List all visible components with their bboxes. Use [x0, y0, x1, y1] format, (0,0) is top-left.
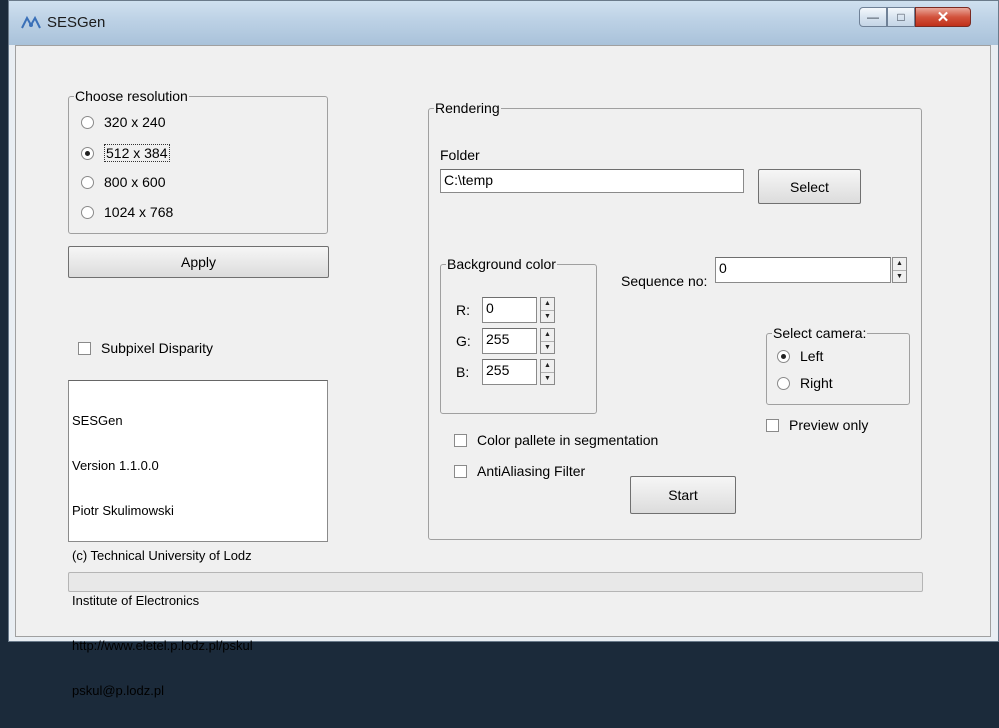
- select-camera-legend: Select camera:: [772, 324, 868, 342]
- resolution-option-320[interactable]: 320 x 240: [81, 114, 166, 130]
- radio-button[interactable]: [81, 175, 94, 189]
- b-label: B:: [456, 364, 470, 380]
- resolution-group: Choose resolution 320 x 240 512 x 384 80…: [68, 87, 328, 234]
- about-line: pskul@p.lodz.pl: [72, 683, 164, 698]
- spin-up-icon[interactable]: ▲: [541, 298, 554, 311]
- preview-only-checkbox[interactable]: Preview only: [766, 417, 868, 433]
- about-line: SESGen: [72, 413, 123, 428]
- app-window: SESGen — □ ✕ Choose resolution 320 x 240…: [8, 0, 999, 698]
- close-icon: ✕: [936, 9, 950, 26]
- spin-up-icon[interactable]: ▲: [541, 329, 554, 342]
- spin-down-icon[interactable]: ▼: [893, 271, 906, 283]
- select-camera-group: Select camera: Left Right: [766, 324, 910, 405]
- r-spinner[interactable]: ▲ ▼: [540, 297, 555, 323]
- camera-option-right[interactable]: Right: [777, 375, 833, 391]
- checkbox[interactable]: [78, 341, 91, 355]
- checkbox[interactable]: [766, 418, 779, 432]
- sequence-input[interactable]: 0: [715, 257, 891, 283]
- g-spinner[interactable]: ▲ ▼: [540, 328, 555, 354]
- resolution-option-label: 512 x 384: [104, 144, 170, 162]
- about-line: (c) Technical University of Lodz: [72, 548, 252, 563]
- title-bar[interactable]: SESGen — □ ✕: [9, 1, 998, 45]
- radio-button-selected[interactable]: [81, 146, 94, 160]
- antialiasing-label: AntiAliasing Filter: [477, 463, 586, 479]
- resolution-option-label: 1024 x 768: [104, 204, 174, 220]
- resolution-option-800[interactable]: 800 x 600: [81, 174, 166, 190]
- g-label: G:: [456, 333, 471, 349]
- radio-button-selected[interactable]: [777, 349, 790, 363]
- folder-input[interactable]: C:\temp: [440, 169, 744, 193]
- b-value-input[interactable]: 255: [482, 359, 537, 385]
- progress-bar: [68, 572, 923, 592]
- client-area: Choose resolution 320 x 240 512 x 384 80…: [15, 45, 991, 698]
- about-line: http://www.eletel.p.lodz.pl/pskul: [72, 638, 253, 653]
- radio-button[interactable]: [81, 205, 94, 219]
- camera-option-left[interactable]: Left: [777, 348, 823, 364]
- close-button[interactable]: ✕: [915, 7, 971, 27]
- about-line: Piotr Skulimowski: [72, 503, 174, 518]
- about-line: Version 1.1.0.0: [72, 458, 159, 473]
- folder-label: Folder: [440, 147, 480, 163]
- select-folder-button[interactable]: Select: [758, 169, 861, 204]
- start-button[interactable]: Start: [630, 476, 736, 514]
- resolution-option-1024[interactable]: 1024 x 768: [81, 204, 173, 220]
- camera-option-label: Left: [800, 348, 824, 364]
- spin-down-icon[interactable]: ▼: [541, 373, 554, 385]
- b-spinner[interactable]: ▲ ▼: [540, 359, 555, 385]
- preview-only-label: Preview only: [789, 417, 869, 433]
- spin-up-icon[interactable]: ▲: [541, 360, 554, 373]
- subpixel-disparity-checkbox[interactable]: Subpixel Disparity: [78, 340, 213, 356]
- background-color-group: Background color R: 0 ▲ ▼ G: 255 ▲ ▼ B: …: [440, 255, 597, 414]
- apply-button[interactable]: Apply: [68, 246, 329, 278]
- window-title: SESGen: [47, 14, 106, 31]
- checkbox[interactable]: [454, 464, 467, 478]
- rendering-legend: Rendering: [434, 99, 501, 117]
- checkbox[interactable]: [454, 433, 467, 447]
- resolution-legend: Choose resolution: [74, 87, 189, 105]
- resolution-option-512[interactable]: 512 x 384: [81, 144, 170, 162]
- sequence-label: Sequence no:: [621, 273, 708, 289]
- minimize-icon: —: [867, 10, 879, 24]
- spin-up-icon[interactable]: ▲: [893, 258, 906, 271]
- rendering-group: Rendering Folder C:\temp Select Backgrou…: [428, 99, 922, 540]
- subpixel-disparity-label: Subpixel Disparity: [101, 340, 214, 356]
- camera-option-label: Right: [800, 375, 833, 391]
- maximize-button[interactable]: □: [887, 7, 915, 27]
- maximize-icon: □: [897, 10, 905, 24]
- spin-down-icon[interactable]: ▼: [541, 311, 554, 323]
- sequence-spinner[interactable]: ▲ ▼: [892, 257, 907, 283]
- r-label: R:: [456, 302, 470, 318]
- color-pallete-checkbox[interactable]: Color pallete in segmentation: [454, 432, 658, 448]
- background-color-legend: Background color: [446, 255, 557, 273]
- resolution-option-label: 320 x 240: [104, 114, 166, 130]
- spin-down-icon[interactable]: ▼: [541, 342, 554, 354]
- resolution-option-label: 800 x 600: [104, 174, 166, 190]
- color-pallete-label: Color pallete in segmentation: [477, 432, 659, 448]
- app-icon: [21, 15, 41, 29]
- radio-button[interactable]: [81, 115, 94, 129]
- minimize-button[interactable]: —: [859, 7, 887, 27]
- g-value-input[interactable]: 255: [482, 328, 537, 354]
- radio-button[interactable]: [777, 376, 790, 390]
- about-textbox[interactable]: SESGen Version 1.1.0.0 Piotr Skulimowski…: [68, 380, 328, 698]
- about-line: Institute of Electronics: [72, 593, 200, 608]
- antialiasing-checkbox[interactable]: AntiAliasing Filter: [454, 463, 585, 479]
- r-value-input[interactable]: 0: [482, 297, 537, 323]
